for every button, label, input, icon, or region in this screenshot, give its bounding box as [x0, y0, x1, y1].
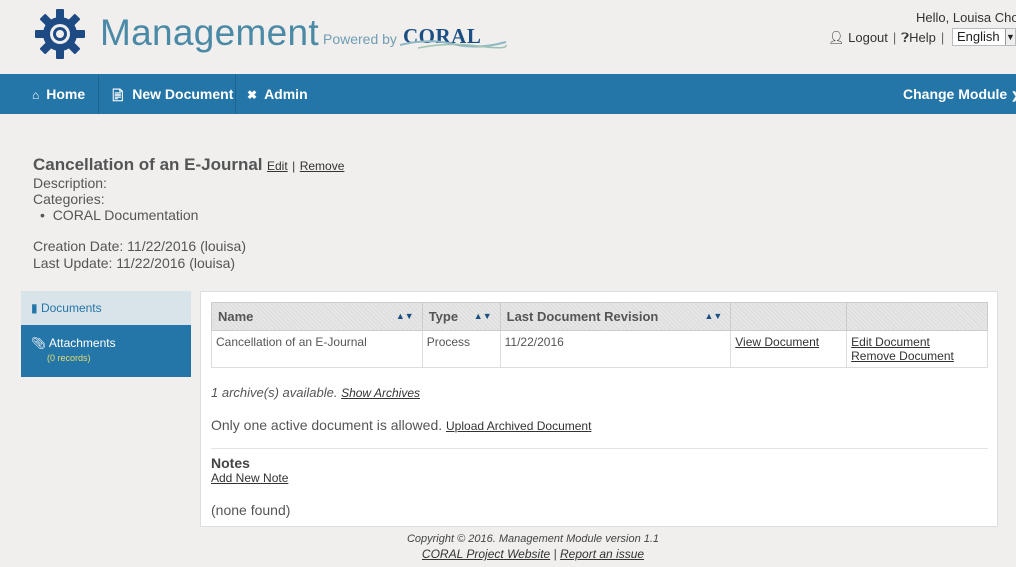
sidebar-item-documents[interactable]: ▮ Documents [21, 291, 191, 325]
powered-by-label: Powered by [323, 31, 397, 47]
nav-home[interactable]: ⌂ Home [32, 74, 85, 114]
divider [211, 448, 988, 449]
language-select[interactable]: English ▼ [952, 28, 1016, 46]
column-header-actions [846, 302, 988, 331]
footer-links: CORAL Project Website | Report an issue [0, 547, 1016, 561]
sidebar-item-attachments[interactable]: 📎︎ Attachments (0 records) [21, 325, 191, 377]
cell-view: View Document [730, 330, 848, 368]
column-header-revision[interactable]: Last Document Revision ▲▼ [499, 302, 732, 331]
upload-archived-document-link[interactable]: Upload Archived Document [446, 419, 591, 433]
help-link[interactable]: ❓︎Help [901, 30, 936, 45]
attachments-count: (0 records) [47, 353, 91, 363]
documents-panel: Name ▲▼ Type ▲▼ Last Document Revision ▲▼ C… [200, 291, 998, 527]
category-label: CORAL Documentation [52, 207, 199, 223]
document-title: Cancellation of an E-Journal [33, 155, 263, 174]
document-title-line: Cancellation of an E-Journal Edit | Remo… [33, 155, 344, 175]
logout-label: Logout [848, 30, 888, 45]
nav-home-label: Home [46, 86, 86, 102]
coral-wave-icon [399, 40, 507, 49]
active-document-line: Only one active document is allowed. Upl… [211, 417, 591, 433]
categories-label: Categories: [33, 191, 105, 207]
nav-new-document[interactable]: 📄︎ New Document [110, 74, 233, 114]
edit-document-row-link[interactable]: Edit Document [851, 335, 930, 349]
copyright-text: Copyright © 2016. Management Module vers… [406, 533, 660, 545]
edit-document-link[interactable]: Edit [267, 159, 288, 173]
home-icon: ⌂ [32, 88, 40, 102]
remove-document-link[interactable]: Remove [300, 159, 345, 173]
cell-name: Cancellation of an E-Journal [211, 330, 423, 368]
view-document-link[interactable]: View Document [735, 335, 819, 349]
paperclip-icon: 📎︎ [31, 336, 47, 350]
chevron-down-icon[interactable]: ▼ [1005, 29, 1015, 45]
notes-empty-text: (none found) [211, 502, 291, 518]
active-document-text: Only one active document is allowed. [211, 417, 443, 433]
report-issue-link[interactable]: Report an issue [560, 547, 644, 561]
add-new-note-link[interactable]: Add New Note [211, 471, 288, 485]
nav-new-document-label: New Document [132, 86, 234, 102]
user-icon: 👤︎ [828, 30, 845, 45]
project-website-link[interactable]: CORAL Project Website [422, 547, 550, 561]
separator: | [940, 30, 945, 45]
column-header-name[interactable]: Name ▲▼ [211, 302, 423, 331]
sidebar-attachments-label: Attachments [48, 336, 116, 350]
remove-document-row-link[interactable]: Remove Document [851, 349, 954, 363]
table-row: Cancellation of an E-Journal Process 11/… [211, 330, 988, 368]
last-update: Last Update: 11/22/2016 (louisa) [33, 255, 236, 271]
sort-icon[interactable]: ▲▼ [474, 311, 492, 321]
change-module-label: Change Module [903, 86, 1008, 102]
top-links: 👤︎ Logout | ❓︎Help | [828, 30, 949, 46]
app-title: Management [100, 12, 319, 53]
description-label: Description: [33, 175, 107, 191]
help-icon: ❓︎ [901, 30, 910, 45]
separator: | [892, 30, 897, 45]
nav-divider [98, 74, 99, 114]
creation-date: Creation Date: 11/22/2016 (louisa) [33, 238, 246, 254]
main-nav: ⌂ Home 📄︎ New Document ✖ Admin Change Modul… [0, 74, 1016, 114]
cell-revision: 11/22/2016 [499, 330, 732, 368]
sidebar-documents-label: Documents [40, 301, 102, 315]
nav-divider [235, 74, 236, 114]
nav-admin[interactable]: ✖ Admin [247, 74, 308, 114]
gear-logo-icon [35, 9, 85, 59]
column-header-type[interactable]: Type ▲▼ [421, 302, 501, 331]
sort-icon[interactable]: ▲▼ [704, 311, 722, 321]
document-icon: 📄︎ [110, 88, 126, 102]
separator: | [553, 547, 557, 561]
nav-admin-label: Admin [264, 86, 308, 102]
notes-heading: Notes [211, 455, 250, 471]
user-greeting: Hello, Louisa Cho [916, 10, 1016, 25]
sort-icon[interactable]: ▲▼ [396, 311, 414, 321]
archives-text: 1 archive(s) available. [211, 385, 338, 400]
help-label: Help [909, 30, 936, 45]
tools-icon: ✖ [247, 88, 258, 102]
header: Management Powered by CORAL Hello, Louis… [0, 0, 1016, 74]
table-header-row: Name ▲▼ Type ▲▼ Last Document Revision ▲▼ [211, 302, 988, 331]
show-archives-link[interactable]: Show Archives [341, 386, 420, 400]
separator: | [292, 159, 296, 173]
logout-link[interactable]: 👤︎ Logout [828, 30, 888, 45]
column-header-view [730, 302, 848, 331]
category-item: • CORAL Documentation [40, 207, 199, 223]
change-module-menu[interactable]: Change Module ❯ [903, 74, 1016, 114]
documents-table: Name ▲▼ Type ▲▼ Last Document Revision ▲▼ C… [211, 302, 988, 368]
cell-type: Process [421, 330, 501, 368]
archives-line: 1 archive(s) available. Show Archives [211, 385, 420, 400]
chevron-down-icon: ❯ [1011, 91, 1016, 102]
language-value: English [957, 29, 1000, 44]
document-icon: ▮ [31, 301, 38, 315]
cell-actions: Edit Document Remove Document [846, 330, 988, 368]
